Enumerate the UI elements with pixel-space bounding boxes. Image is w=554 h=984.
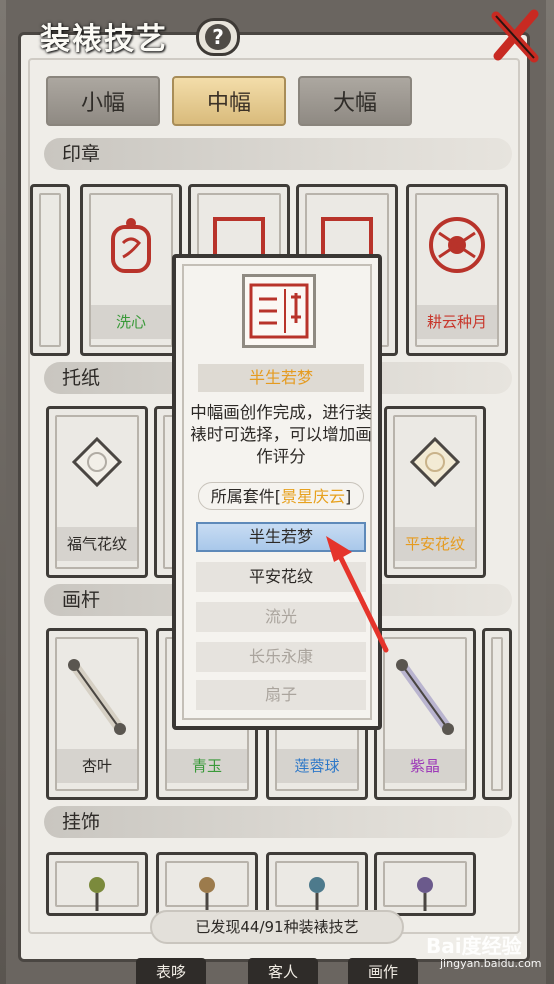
rod-label-qingyu: 青玉 — [167, 749, 247, 783]
popup-item-name: 半生若梦 — [198, 364, 364, 392]
rod-label-zijing: 紫晶 — [385, 749, 465, 783]
close-button[interactable] — [488, 6, 544, 66]
seal-stamp-icon — [249, 283, 309, 339]
seal-label-xixin: 洗心 — [91, 305, 171, 339]
bottom-nav-keren[interactable]: 客人 — [248, 958, 318, 984]
seal-card-gengyun[interactable]: 耕云种月 — [406, 184, 508, 356]
rod-label-lianrongqiu: 莲蓉球 — [277, 749, 357, 783]
watermark-logo: Bai度经验 — [426, 934, 522, 958]
ornament-card-3[interactable] — [266, 852, 368, 916]
rod-card-partial[interactable] — [482, 628, 512, 800]
tab-small[interactable]: 小幅 — [46, 76, 160, 126]
knot-icon — [309, 877, 325, 911]
rod-card-xingye[interactable]: 杏叶 — [46, 628, 148, 800]
tassel-icon — [199, 877, 215, 911]
seal-label-gengyun: 耕云种月 — [417, 305, 497, 339]
flower-seal-icon — [429, 217, 485, 273]
bottom-nav-biaoduo[interactable]: 表哆 — [136, 958, 206, 984]
scroll-rod-icon — [68, 659, 126, 735]
option-shanzi[interactable]: 扇子 — [196, 680, 366, 710]
card-frame — [39, 193, 61, 347]
selected-seal-image — [242, 274, 316, 348]
paper-label-pingan: 平安花纹 — [395, 527, 475, 561]
tab-large[interactable]: 大幅 — [298, 76, 412, 126]
page-title: 装裱技艺 — [40, 22, 168, 57]
question-icon: ? — [205, 24, 231, 50]
bottom-nav-huazuo[interactable]: 画作 — [348, 958, 418, 984]
popup-set-info: 所属套件[景星庆云] — [198, 482, 364, 510]
ornament-card-1[interactable] — [46, 852, 148, 916]
rod-label-xingye: 杏叶 — [57, 749, 137, 783]
tab-medium-label: 中幅 — [206, 91, 251, 116]
tab-large-label: 大幅 — [332, 91, 377, 116]
tassel-icon — [89, 877, 105, 911]
pointer-arrow-icon — [326, 536, 389, 653]
seal-card-partial[interactable] — [30, 184, 70, 356]
ornament-card-2[interactable] — [156, 852, 258, 916]
tab-medium[interactable]: 中幅 — [172, 76, 286, 126]
card-frame — [491, 637, 503, 791]
seal-detail-popup: 半生若梦 中幅画创作完成，进行装裱时可选择，可以增加画作评分 所属套件[景星庆云… — [172, 254, 382, 730]
diamond-pattern-icon — [71, 436, 123, 488]
tab-small-label: 小幅 — [80, 91, 125, 116]
scroll-rod-icon — [396, 659, 454, 735]
watermark-url: jingyan.baidu.com — [440, 957, 542, 970]
help-button[interactable]: ? — [196, 18, 240, 56]
diamond-pattern-icon — [409, 436, 461, 488]
paper-card-fuqi[interactable]: 福气花纹 — [46, 406, 148, 578]
popup-description: 中幅画创作完成，进行装裱时可选择，可以增加画作评分 — [190, 403, 372, 466]
section-ornament-header: 挂饰 — [44, 806, 512, 838]
set-label: 所属套件 — [210, 487, 275, 506]
paper-label-fuqi: 福气花纹 — [57, 527, 137, 561]
seal-card-xixin[interactable]: 洗心 — [80, 184, 182, 356]
ornament-card-4[interactable] — [374, 852, 476, 916]
teapot-seal-icon — [111, 218, 151, 273]
set-value: 景星庆云 — [281, 487, 346, 506]
knot-icon — [417, 877, 433, 911]
close-icon — [491, 9, 539, 63]
paper-card-pingan[interactable]: 平安花纹 — [384, 406, 486, 578]
baidu-watermark: Bai度经验 jingyan.baidu.com — [426, 930, 548, 980]
section-seal-header: 印章 — [44, 138, 512, 170]
discovery-counter: 已发现44/91种装裱技艺 — [150, 910, 404, 944]
